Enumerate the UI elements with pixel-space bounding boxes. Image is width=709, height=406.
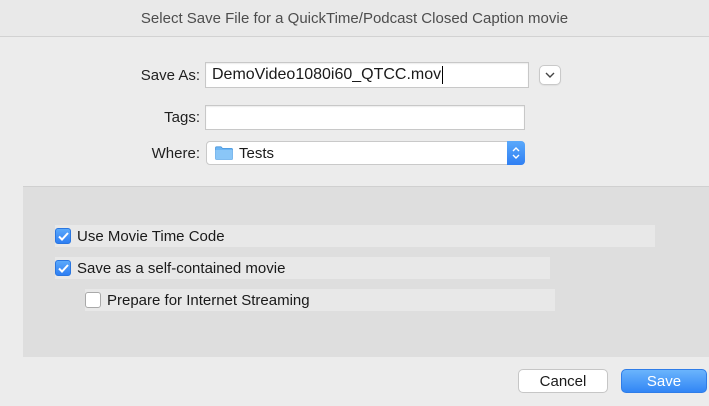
where-row: Where: Tests (110, 141, 525, 165)
use-movie-time-code-label: Use Movie Time Code (77, 227, 225, 245)
tags-field[interactable] (205, 105, 525, 130)
where-value: Tests (239, 144, 275, 162)
form-area: Save As: DemoVideo1080i60_QTCC.mov Tags:… (0, 37, 709, 187)
chevron-down-icon (545, 72, 555, 78)
save-as-row: Save As: DemoVideo1080i60_QTCC.mov (110, 62, 561, 88)
popup-stepper (507, 141, 525, 165)
text-caret (442, 66, 444, 84)
options-panel: Use Movie Time Code Save as a self-conta… (23, 186, 709, 357)
checkmark-icon (57, 263, 69, 273)
use-movie-time-code-checkbox[interactable] (55, 228, 71, 244)
tags-row: Tags: (110, 105, 525, 130)
option-self-contained[interactable]: Save as a self-contained movie (55, 257, 550, 279)
save-as-value: DemoVideo1080i60_QTCC.mov (212, 66, 442, 83)
where-popup[interactable]: Tests (206, 141, 525, 165)
checkmark-icon (57, 231, 69, 241)
self-contained-label: Save as a self-contained movie (77, 259, 286, 277)
save-as-label: Save As: (140, 66, 200, 84)
option-internet-streaming[interactable]: Prepare for Internet Streaming (85, 289, 555, 311)
internet-streaming-label: Prepare for Internet Streaming (107, 291, 310, 309)
save-as-field[interactable]: DemoVideo1080i60_QTCC.mov (205, 62, 529, 88)
save-dialog: Select Save File for a QuickTime/Podcast… (0, 0, 709, 406)
folder-icon (215, 146, 233, 160)
save-button[interactable]: Save (621, 369, 707, 393)
up-down-chevron-icon (512, 147, 520, 159)
title-bar: Select Save File for a QuickTime/Podcast… (0, 0, 709, 37)
option-use-movie-time-code[interactable]: Use Movie Time Code (55, 225, 655, 247)
window-title: Select Save File for a QuickTime/Podcast… (140, 9, 569, 27)
tags-label: Tags: (164, 109, 200, 126)
cancel-button[interactable]: Cancel (518, 369, 608, 393)
self-contained-checkbox[interactable] (55, 260, 71, 276)
where-label: Where: (151, 144, 200, 162)
expand-dialog-button[interactable] (539, 65, 561, 85)
internet-streaming-checkbox[interactable] (85, 292, 101, 308)
